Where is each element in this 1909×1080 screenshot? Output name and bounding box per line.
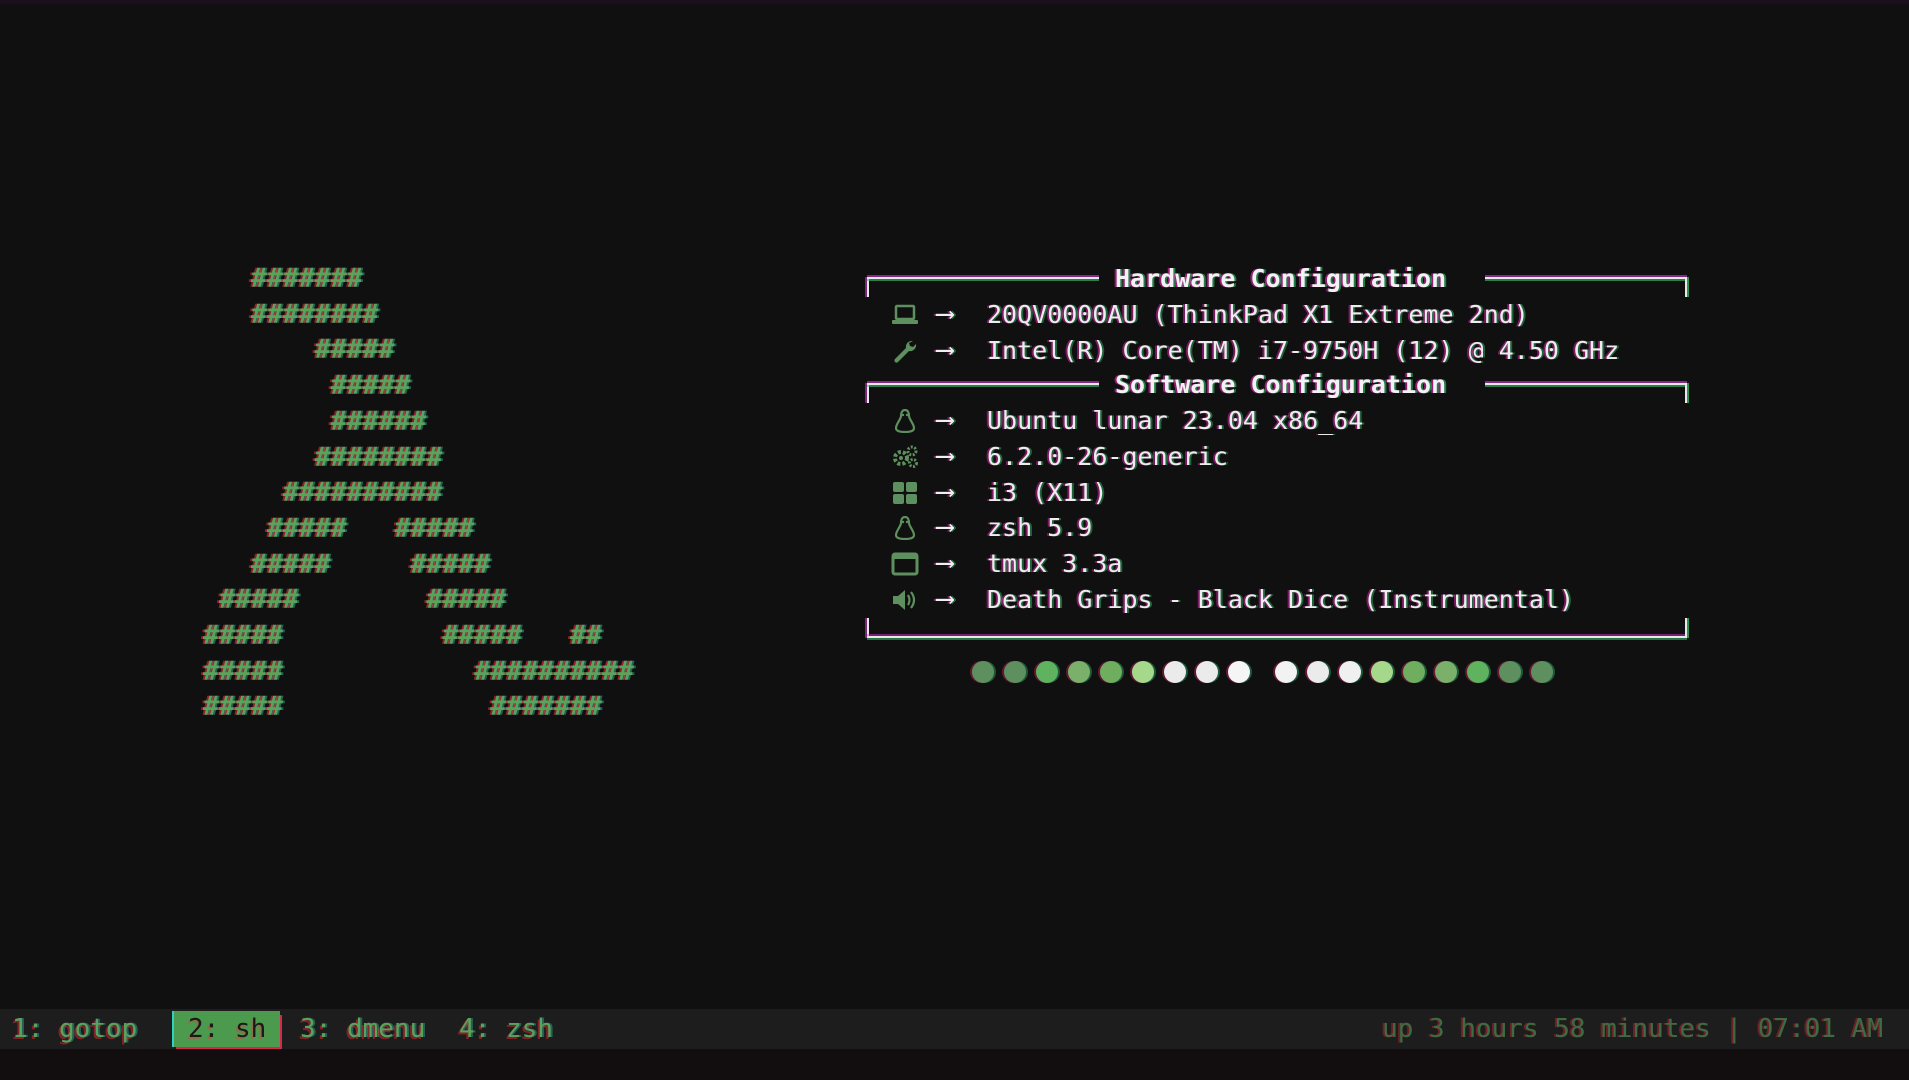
info-row-shell: ⟶ zsh 5.9 [867, 510, 1687, 546]
palette-dot [1307, 661, 1329, 683]
palette-dot [972, 661, 994, 683]
workspace-tab-1[interactable]: 1: gotop [12, 1011, 137, 1047]
gears-icon [891, 445, 919, 469]
palette-dot [1100, 661, 1122, 683]
arrow-glyph: ⟶ [937, 512, 953, 543]
speaker-icon [891, 588, 919, 612]
arrow-glyph: ⟶ [937, 405, 953, 436]
palette-dot [1467, 661, 1489, 683]
arrow-glyph: ⟶ [937, 334, 953, 365]
terminal-window-icon [891, 552, 919, 576]
ascii-logo: ####### ######## ##### ##### ###### ####… [203, 263, 634, 723]
clock-text: 07:01 AM [1757, 1014, 1883, 1044]
system-info-panel: Hardware Configuration ⟶ 20QV0000AU (Thi… [867, 262, 1687, 640]
info-row-kernel: ⟶ 6.2.0-26-generic [867, 439, 1687, 475]
laptop-icon [891, 303, 919, 327]
palette-dot [1403, 661, 1425, 683]
workspace-tab-2[interactable]: 2: sh [174, 1011, 281, 1047]
arrow-glyph: ⟶ [937, 583, 953, 614]
arrow-glyph: ⟶ [937, 299, 953, 329]
info-value: Intel(R) Core(TM) i7-9750H (12) @ 4.50 G… [987, 335, 1620, 365]
software-section-title: Software Configuration [1115, 370, 1447, 400]
info-value: Death Grips - Black Dice (Instrumental) [987, 584, 1574, 614]
bottom-strip [0, 1049, 1909, 1080]
info-row-wm: ⟶ i3 (X11) [867, 475, 1687, 511]
hardware-section-header: Hardware Configuration [867, 262, 1687, 297]
uptime-text: up 3 hours 58 minutes [1382, 1014, 1711, 1044]
terminal-screen: ####### ######## ##### ##### ###### ####… [0, 0, 1909, 1080]
palette-dot [1499, 661, 1521, 683]
palette-dot [1371, 661, 1393, 683]
info-value: 20QV0000AU (ThinkPad X1 Extreme 2nd) [987, 300, 1529, 329]
status-right: up 3 hours 58 minutes | 07:01 AM [1382, 1011, 1883, 1047]
palette-dot [1132, 661, 1154, 683]
windows-grid-icon [891, 481, 919, 505]
linux-tux-icon [891, 516, 919, 541]
palette-dot [1196, 661, 1218, 683]
workspace-tab-3[interactable]: 3: dmenu [300, 1011, 425, 1047]
hardware-section-title: Hardware Configuration [1115, 264, 1447, 293]
palette-dot [1068, 661, 1090, 683]
palette-dot [1228, 661, 1250, 683]
software-section-header: Software Configuration [867, 368, 1687, 404]
palette-dot [1275, 661, 1297, 683]
info-value: 6.2.0-26-generic [987, 442, 1228, 472]
arrow-glyph: ⟶ [937, 441, 953, 472]
linux-tux-icon [891, 409, 919, 434]
workspace-tab-4[interactable]: 4: zsh [459, 1011, 553, 1047]
arrow-glyph: ⟶ [937, 476, 953, 507]
status-separator: | [1726, 1014, 1743, 1044]
info-row-music: ⟶ Death Grips - Black Dice (Instrumental… [867, 582, 1687, 618]
panel-bottom-border [867, 617, 1687, 640]
tmux-status-bar: 1: gotop 2: sh 3: dmenu 4: zsh up 3 hour… [0, 1009, 1909, 1049]
info-value: tmux 3.3a [987, 549, 1123, 579]
palette-dot [1164, 661, 1186, 683]
arrow-glyph: ⟶ [937, 548, 953, 579]
info-value: Ubuntu lunar 23.04 x86_64 [987, 406, 1364, 436]
info-row-os: ⟶ Ubuntu lunar 23.04 x86_64 [867, 403, 1687, 439]
palette-dot [1036, 661, 1058, 683]
palette-dot [1339, 661, 1361, 683]
wrench-icon [891, 339, 919, 363]
info-value: zsh 5.9 [987, 513, 1093, 543]
info-row-terminal: ⟶ tmux 3.3a [867, 546, 1687, 582]
palette-dot [1435, 661, 1457, 683]
info-row-host: ⟶ 20QV0000AU (ThinkPad X1 Extreme 2nd) [867, 297, 1687, 333]
info-value: i3 (X11) [987, 477, 1108, 507]
palette-dot [1531, 661, 1553, 683]
palette-dot [1004, 661, 1026, 683]
info-row-cpu: ⟶ Intel(R) Core(TM) i7-9750H (12) @ 4.50… [867, 333, 1687, 369]
